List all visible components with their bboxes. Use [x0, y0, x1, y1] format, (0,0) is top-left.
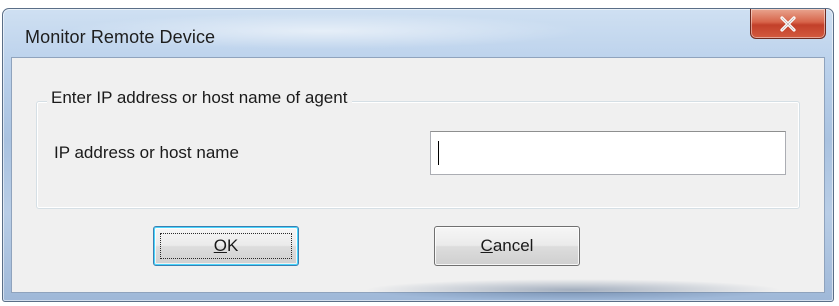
desktop-background — [0, 0, 839, 8]
host-field-label: IP address or host name — [54, 143, 239, 162]
title-bar[interactable]: Monitor Remote Device — [3, 9, 833, 57]
close-button[interactable] — [750, 9, 826, 39]
cancel-label-rest: ancel — [492, 236, 534, 255]
cancel-button[interactable]: Cancel — [434, 226, 580, 266]
groupbox-legend: Enter IP address or host name of agent — [47, 88, 353, 108]
window-title: Monitor Remote Device — [25, 27, 216, 47]
dialog-body: Enter IP address or host name of agent I… — [11, 57, 825, 293]
dialog-window: Monitor Remote Device Enter IP address o… — [2, 8, 834, 302]
cancel-mnemonic: C — [480, 236, 493, 255]
ok-button[interactable]: OK — [153, 226, 299, 266]
ok-label-rest: K — [226, 236, 239, 255]
ok-mnemonic: O — [213, 236, 227, 255]
text-caret — [438, 141, 439, 165]
close-x-icon — [780, 15, 796, 32]
host-input[interactable] — [430, 131, 786, 175]
